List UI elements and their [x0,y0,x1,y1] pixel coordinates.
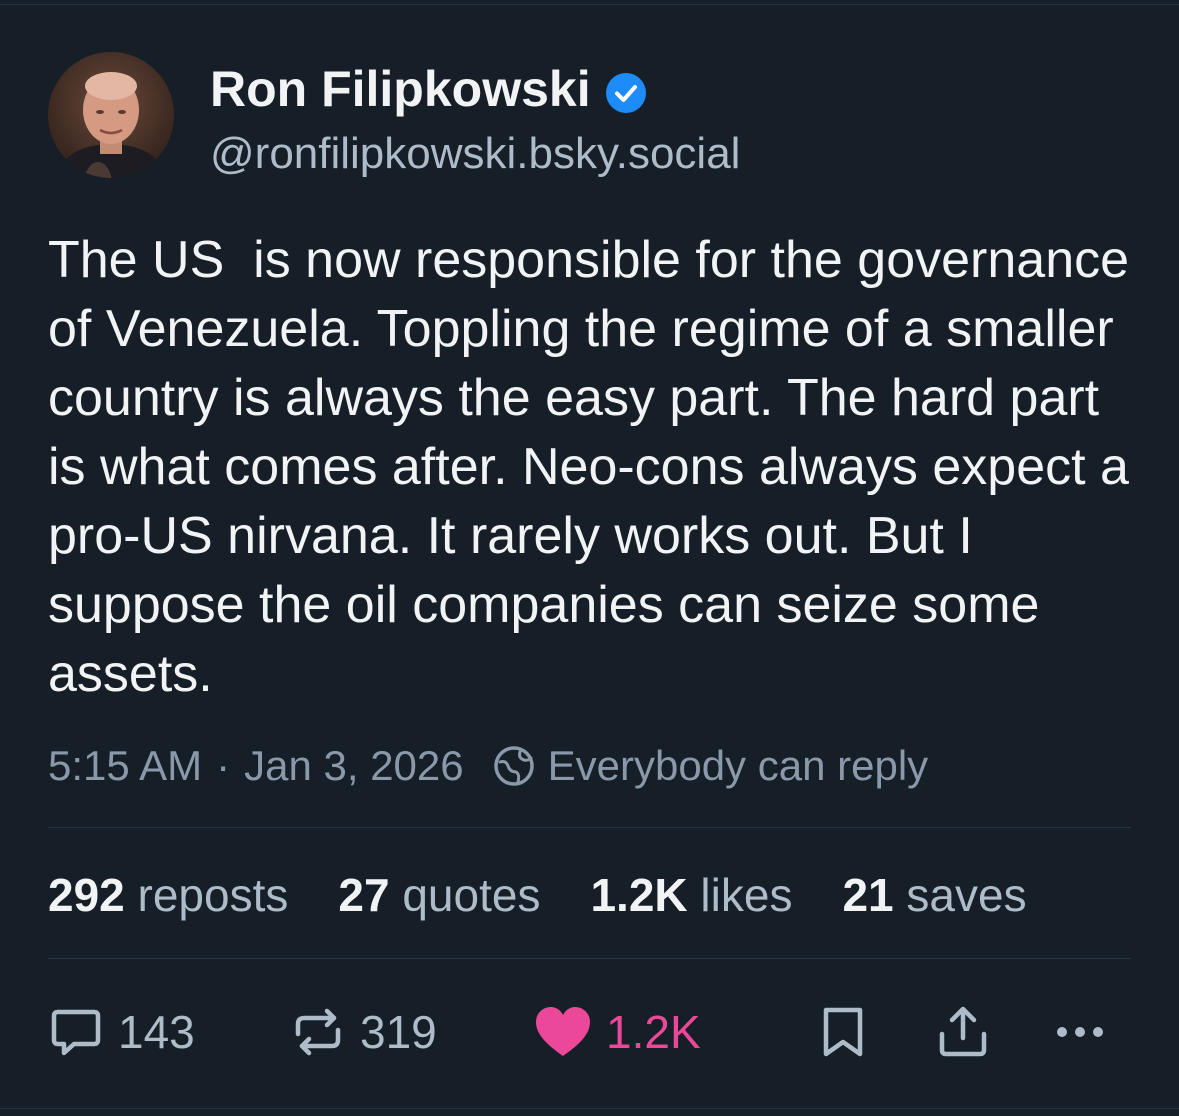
saves-label: saves [906,869,1027,921]
speech-bubble-icon [51,1009,101,1056]
post-time[interactable]: 5:15 AM [48,742,202,790]
stats-divider-bottom [48,958,1131,959]
author-handle[interactable]: @ronfilipkowski.bsky.social [210,128,740,180]
more-options-button[interactable] [1052,1002,1126,1062]
reply-setting[interactable]: Everybody can reply [548,742,929,790]
quotes-label: quotes [402,869,541,921]
action-bar: 143 319 1.2K [48,1002,1128,1062]
reply-count: 143 [118,1006,195,1058]
saves-stat[interactable]: 21 saves [842,868,1026,922]
likes-stat[interactable]: 1.2K likes [590,868,792,922]
share-button[interactable] [936,1002,1004,1062]
verified-check-icon [605,68,647,113]
repost-arrows-icon [295,1008,341,1056]
repost-button[interactable]: 319 [290,1002,437,1062]
post-meta: 5:15 AM · Jan 3, 2026 Everybody can repl… [48,740,928,792]
stats-divider-top [48,827,1131,828]
quotes-count: 27 [338,869,403,921]
reposts-label: reposts [137,869,289,921]
saves-count: 21 [842,869,907,921]
bottom-divider [0,1108,1179,1109]
like-button[interactable]: 1.2K [534,1002,701,1062]
author-name-text[interactable]: Ron Filipkowski [210,60,591,118]
reply-button[interactable]: 143 [48,1002,195,1062]
reposts-stat[interactable]: 292 reposts [48,868,288,922]
engagement-stats: 292 reposts 27 quotes 1.2K likes 21 save… [48,866,1077,924]
post-date[interactable]: Jan 3, 2026 [244,742,464,790]
globe-icon [492,744,536,788]
post-text: The US is now responsible for the govern… [48,231,1144,703]
quotes-stat[interactable]: 27 quotes [338,868,540,922]
meta-separator: · [216,742,231,789]
reposts-count: 292 [48,869,138,921]
likes-label: likes [700,869,793,921]
likes-count: 1.2K [590,869,701,921]
avatar[interactable] [48,52,174,178]
author-name[interactable]: Ron Filipkowski [210,60,647,118]
bookmark-button[interactable] [818,1002,882,1062]
heart-icon [536,1007,590,1056]
like-count: 1.2K [606,1006,701,1058]
share-icon [939,1006,987,1057]
top-divider [0,4,1179,5]
bookmark-icon [823,1007,863,1057]
ellipsis-icon [1057,1027,1103,1037]
repost-count: 319 [360,1006,437,1058]
